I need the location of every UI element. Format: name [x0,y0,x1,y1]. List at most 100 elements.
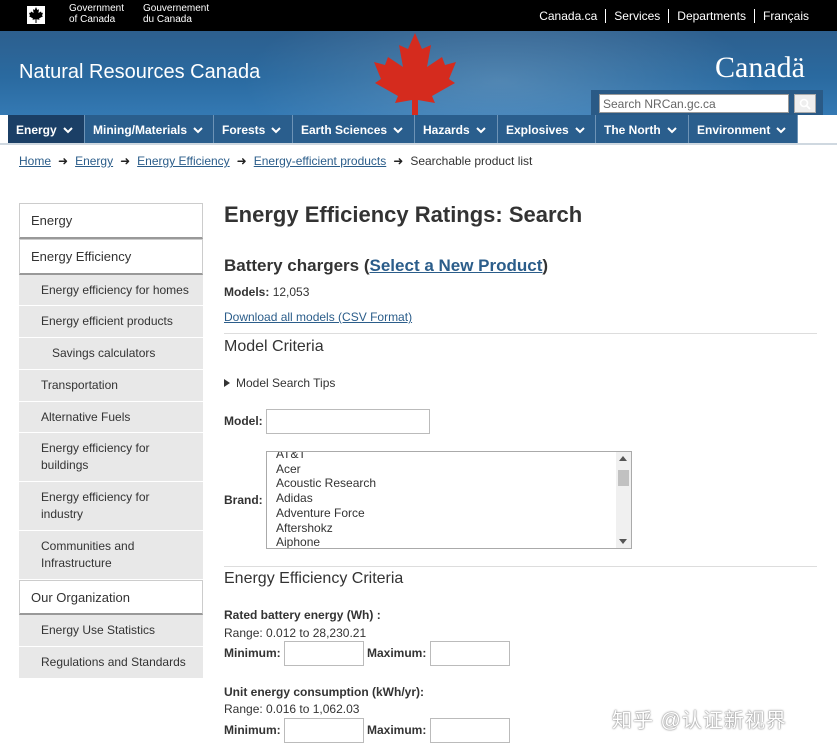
sidebar-item-buildings[interactable]: Energy efficiency for buildings [19,433,203,482]
breadcrumb-home[interactable]: Home [19,154,51,168]
brand-label: Brand: [224,493,263,507]
sidebar-item-regulations[interactable]: Regulations and Standards [19,647,203,679]
breadcrumb-current: Searchable product list [410,154,533,168]
brand-option[interactable]: Acer [267,462,376,477]
arrow-right-icon: ➜ [58,154,69,168]
brand-option[interactable]: AT&T [267,452,376,462]
ee-criteria-heading: Energy Efficiency Criteria [224,570,404,587]
breadcrumb-energy-efficiency[interactable]: Energy Efficiency [137,154,230,168]
nav-divider [0,143,837,145]
nav-mining[interactable]: Mining/Materials [85,115,214,144]
product-name: Battery chargers [224,256,360,275]
arrow-right-icon: ➜ [120,154,131,168]
search-input[interactable] [599,94,789,113]
product-heading: Battery chargers (Select a New Product) [224,256,549,275]
search-icon [799,98,811,110]
model-input[interactable] [266,409,430,434]
chevron-down-icon [574,126,585,133]
rated-energy-range: Range: 0.012 to 28,230.21 [224,626,367,640]
chevron-down-icon [393,126,403,133]
nav-hazards[interactable]: Hazards [415,115,498,144]
scroll-down-icon[interactable] [619,539,627,544]
unit-energy-label: Unit energy consumption (kWh/yr): [224,685,425,699]
divider [224,566,817,567]
gov-fr-signature[interactable]: Gouvernement du Canada [143,3,209,25]
gov-en-signature[interactable]: Government of Canada [69,3,124,25]
page-title: Energy Efficiency Ratings: Search [224,202,583,227]
main-nav: Energy Mining/Materials Forests Earth Sc… [8,115,798,144]
brand-option[interactable]: Aiphone [267,535,376,548]
models-count: Models: 12,053 [224,285,309,299]
site-search [591,90,823,115]
model-search-tips[interactable]: Model Search Tips [224,376,335,390]
brand-listbox[interactable]: AT&T Acer Acoustic Research Adidas Adven… [266,451,632,549]
divider [224,333,817,334]
nav-label: Earth Sciences [301,122,388,137]
rated-max-label: Maximum: [367,646,427,660]
nav-label: Energy [16,122,57,137]
chevron-down-icon [776,126,787,133]
select-product-link[interactable]: Select a New Product [370,256,543,275]
nav-label: Hazards [423,122,470,137]
gov-en-line1: Government [69,3,125,14]
sidebar-item-savings-calculators[interactable]: Savings calculators [19,338,203,370]
nav-forests[interactable]: Forests [214,115,293,144]
link-canada-ca[interactable]: Canada.ca [531,9,605,23]
breadcrumb-energy[interactable]: Energy [75,154,113,168]
gov-fr-line2: du Canada [143,14,192,25]
sidebar-item-communities[interactable]: Communities and Infrastructure [19,531,203,580]
rated-max-input[interactable] [430,641,510,666]
sidebar-item-industry[interactable]: Energy efficiency for industry [19,482,203,531]
link-departments[interactable]: Departments [668,8,754,23]
gov-en-line2: of Canada [69,14,116,25]
brand-options: AT&T Acer Acoustic Research Adidas Adven… [267,452,376,548]
unit-max-label: Maximum: [367,723,427,737]
sidebar-item-homes[interactable]: Energy efficiency for homes [19,275,203,306]
arrow-right-icon: ➜ [236,154,247,168]
search-button[interactable] [794,94,816,113]
unit-max-input[interactable] [430,718,510,743]
download-csv-link[interactable]: Download all models (CSV Format) [224,310,412,324]
sidebar-item-our-organization[interactable]: Our Organization [19,580,203,615]
sidebar-menu: Energy Energy Efficiency Energy efficien… [19,203,203,679]
breadcrumb-products[interactable]: Energy-efficient products [254,154,387,168]
arrow-right-icon: ➜ [393,154,404,168]
canada-wordmark: Canadä [715,51,805,84]
chevron-down-icon [62,126,73,133]
sidebar-item-energy-efficiency[interactable]: Energy Efficiency [19,239,203,275]
chevron-down-icon [193,126,203,133]
maple-leaf-icon [374,33,456,115]
brand-option[interactable]: Adidas [267,491,376,506]
disclosure-triangle-icon [224,379,230,387]
nav-explosives[interactable]: Explosives [498,115,596,144]
scroll-up-icon[interactable] [619,456,627,461]
top-bar: Government of Canada Gouvernement du Can… [0,0,837,31]
sidebar-item-alternative-fuels[interactable]: Alternative Fuels [19,402,203,433]
sidebar-item-statistics[interactable]: Energy Use Statistics [19,615,203,647]
link-francais[interactable]: Français [753,8,817,23]
brand-option[interactable]: Acoustic Research [267,476,376,491]
nav-label: Environment [697,122,771,137]
nav-label: Forests [222,122,266,137]
link-services[interactable]: Services [605,8,668,23]
brand-option[interactable]: Adventure Force [267,506,376,521]
brand-option[interactable]: Aftershokz [267,521,376,536]
models-label: Models: [224,285,270,299]
department-title[interactable]: Natural Resources Canada [19,61,260,84]
nav-environment[interactable]: Environment [689,115,798,144]
rated-min-input[interactable] [284,641,364,666]
nav-earth-sciences[interactable]: Earth Sciences [293,115,415,144]
unit-energy-range: Range: 0.016 to 1,062.03 [224,702,360,716]
sidebar-item-transportation[interactable]: Transportation [19,370,203,402]
unit-min-input[interactable] [284,718,364,743]
top-links: Canada.ca Services Departments Français [531,0,817,31]
nav-label: Explosives [506,122,569,137]
nav-the-north[interactable]: The North [596,115,689,144]
sidebar-item-products[interactable]: Energy efficient products [19,306,203,338]
nav-label: Mining/Materials [93,122,188,137]
listbox-scrollbar[interactable] [616,452,631,548]
sidebar-item-energy[interactable]: Energy [19,203,203,239]
scrollbar-thumb[interactable] [618,470,629,486]
tips-label: Model Search Tips [236,376,336,390]
nav-energy[interactable]: Energy [8,115,85,144]
